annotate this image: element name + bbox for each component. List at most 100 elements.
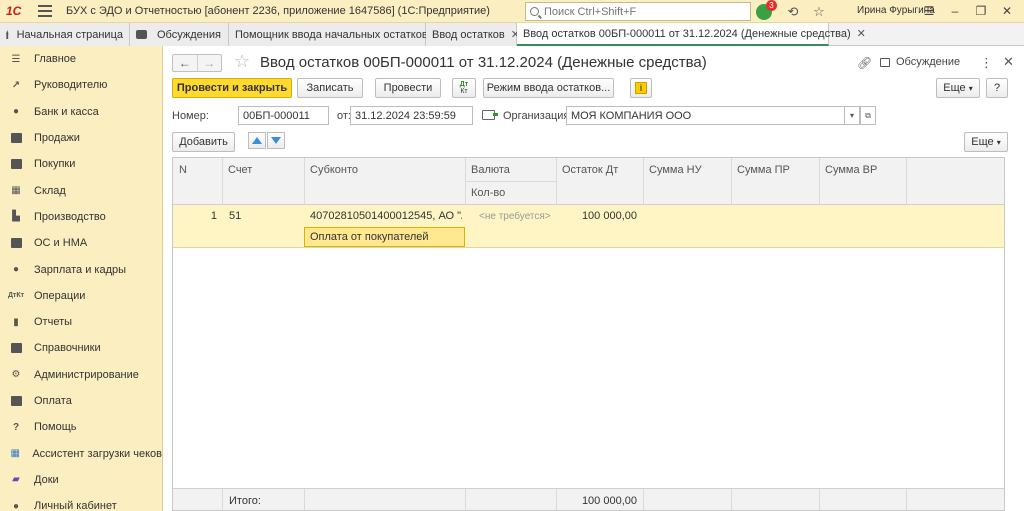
sidebar-item-production[interactable]: ▙ Производство — [0, 204, 162, 230]
link-icon[interactable]: 🔗︎ — [857, 56, 872, 70]
table-more-button[interactable]: Еще ▾ — [964, 132, 1008, 152]
close-tab-icon[interactable]: ✕ — [857, 27, 866, 40]
close-form-icon[interactable]: ✕ — [1003, 54, 1014, 70]
column-header-balance-dt[interactable]: Остаток Дт — [556, 164, 618, 176]
column-header-currency[interactable]: Валюта — [465, 164, 510, 176]
favorite-star-icon[interactable]: ☆ — [234, 51, 250, 72]
sidebar-item-sales[interactable]: Продажи — [0, 125, 162, 151]
sidebar-item-main[interactable]: ☰ Главное — [0, 46, 162, 72]
column-header-n[interactable]: N — [173, 164, 187, 176]
tab-opening-balance-assistant[interactable]: Помощник ввода начальных остатков — [229, 23, 428, 46]
chart-icon: ↗ — [11, 79, 21, 91]
post-and-close-button[interactable]: Провести и закрыть — [172, 78, 292, 98]
sidebar-item-references[interactable]: Справочники — [0, 335, 162, 361]
help-button[interactable]: ? — [986, 78, 1008, 98]
search-input[interactable] — [544, 5, 734, 18]
sidebar-item-label: Продажи — [34, 132, 80, 145]
sidebar-item-label: Личный кабинет — [34, 500, 117, 511]
move-down-button[interactable] — [267, 132, 285, 149]
organization-dropdown-icon[interactable]: ▾ — [844, 106, 860, 125]
column-header-sum-vr[interactable]: Сумма ВР — [819, 164, 877, 176]
sidebar-item-purchases[interactable]: Покупки — [0, 151, 162, 177]
sidebar-item-label: Зарплата и кадры — [34, 263, 127, 276]
settings-menu-icon[interactable]: ☰ — [916, 2, 942, 20]
column-header-sum-pr[interactable]: Сумма ПР — [731, 164, 790, 176]
sidebar-item-label: Склад — [34, 184, 66, 197]
sidebar-item-director[interactable]: ↗ Руководителю — [0, 72, 162, 98]
info-icon: i — [635, 82, 647, 94]
forward-arrow-icon[interactable]: → — [196, 55, 222, 71]
more-button[interactable]: Еще ▾ — [936, 78, 980, 98]
discussion-button[interactable]: Обсуждение — [880, 56, 960, 68]
main-menu-icon[interactable] — [38, 5, 52, 17]
book-icon — [10, 342, 22, 354]
minimize-icon[interactable]: – — [942, 2, 968, 20]
cell-subconto-1[interactable]: 40702810501400012545, АО "А... — [310, 210, 462, 222]
page-title: Ввод остатков 00БП-000011 от 31.12.2024 … — [260, 54, 707, 71]
tab-balances[interactable]: Ввод остатков ✕ — [426, 23, 520, 46]
arrow-up-icon — [252, 137, 262, 144]
organization-field[interactable]: МОЯ КОМПАНИЯ ООО — [566, 106, 845, 125]
tab-home[interactable]: Начальная страница — [0, 23, 130, 46]
save-button[interactable]: Записать — [297, 78, 363, 98]
sidebar-item-warehouse[interactable]: ▦ Склад — [0, 177, 162, 203]
notifications-icon[interactable]: 3 — [756, 0, 777, 20]
table-row[interactable]: 1 51 40702810501400012545, АО "А... Опла… — [173, 205, 1004, 248]
sidebar-item-label: Оплата — [34, 395, 72, 407]
cell-n[interactable]: 1 — [173, 210, 217, 222]
tab-current-document[interactable]: Ввод остатков 00БП-000011 от 31.12.2024 … — [517, 23, 866, 46]
sidebar-item-administration[interactable]: ⚙ Администрирование — [0, 362, 162, 388]
sidebar-item-operations[interactable]: ДтКт Операции — [0, 283, 162, 309]
more-actions-icon[interactable]: ⋮ — [980, 55, 993, 71]
back-arrow-icon[interactable]: ← — [173, 55, 197, 71]
document-form: ← → ☆ Ввод остатков 00БП-000011 от 31.12… — [163, 46, 1024, 511]
dt-kt-button[interactable]: Дт Кт — [452, 78, 476, 98]
discussion-label: Обсуждение — [896, 56, 961, 68]
move-up-button[interactable] — [248, 132, 266, 149]
cell-account[interactable]: 51 — [229, 210, 241, 222]
history-icon[interactable]: ⟲ — [780, 4, 806, 20]
sidebar-item-salary-hr[interactable]: ● Зарплата и кадры — [0, 256, 162, 282]
tab-discussions[interactable]: Обсуждения — [130, 23, 229, 46]
column-header-account[interactable]: Счет — [222, 164, 252, 176]
basket-icon — [10, 158, 22, 170]
date-field[interactable]: 31.12.2024 23:59:59 — [350, 106, 473, 125]
more-label: Еще — [943, 82, 966, 94]
add-row-button[interactable]: Добавить — [172, 132, 235, 152]
search-box[interactable] — [525, 2, 751, 21]
column-header-qty[interactable]: Кол-во — [465, 187, 505, 199]
grid-icon: ▦ — [10, 448, 20, 460]
number-field[interactable]: 00БП-000011 — [238, 106, 329, 125]
sidebar-item-personal-account[interactable]: ● Личный кабинет — [0, 493, 162, 511]
balance-mode-button[interactable]: Режим ввода остатков... — [483, 78, 614, 98]
close-window-icon[interactable]: ✕ — [994, 2, 1020, 20]
sidebar-item-receipt-assistant[interactable]: ▦ Ассистент загрузки чеков — [0, 440, 162, 466]
truck-icon — [10, 237, 22, 249]
sidebar-item-help[interactable]: ? Помощь — [0, 414, 162, 440]
sidebar-item-fixed-assets[interactable]: ОС и НМА — [0, 230, 162, 256]
discussion-icon — [880, 57, 890, 67]
sidebar-item-docs[interactable]: ▰ Доки — [0, 467, 162, 493]
cell-subconto-2[interactable]: Оплата от покупателей — [304, 227, 465, 247]
organization-open-icon[interactable]: ⧉ — [860, 106, 876, 125]
cell-currency[interactable]: <не требуется> — [479, 211, 551, 222]
favorites-star-icon[interactable]: ☆ — [806, 4, 832, 20]
sidebar-item-payment[interactable]: Оплата — [0, 388, 162, 414]
organization-label: Организация: — [503, 110, 573, 122]
arrow-down-icon — [271, 137, 281, 144]
cell-balance-dt[interactable]: 100 000,00 — [556, 210, 637, 222]
sidebar-item-label: ОС и НМА — [34, 237, 88, 250]
notification-badge: 3 — [766, 0, 777, 11]
column-header-sum-nu[interactable]: Сумма НУ — [643, 164, 702, 176]
sidebar-item-reports[interactable]: ▮ Отчеты — [0, 309, 162, 335]
sidebar-item-label: Операции — [34, 289, 86, 302]
sidebar-item-bank-cash[interactable]: ● Банк и касса — [0, 99, 162, 125]
restore-icon[interactable]: ❐ — [968, 2, 994, 20]
posted-status-icon — [482, 110, 498, 120]
title-bar: 1С БУХ с ЭДО и Отчетностью [абонент 2236… — [0, 0, 1024, 23]
coin-icon: ● — [12, 106, 20, 118]
user-icon: ● — [12, 500, 20, 511]
column-header-subconto[interactable]: Субконто — [304, 164, 358, 176]
info-button[interactable]: i — [630, 78, 652, 98]
post-button[interactable]: Провести — [375, 78, 441, 98]
